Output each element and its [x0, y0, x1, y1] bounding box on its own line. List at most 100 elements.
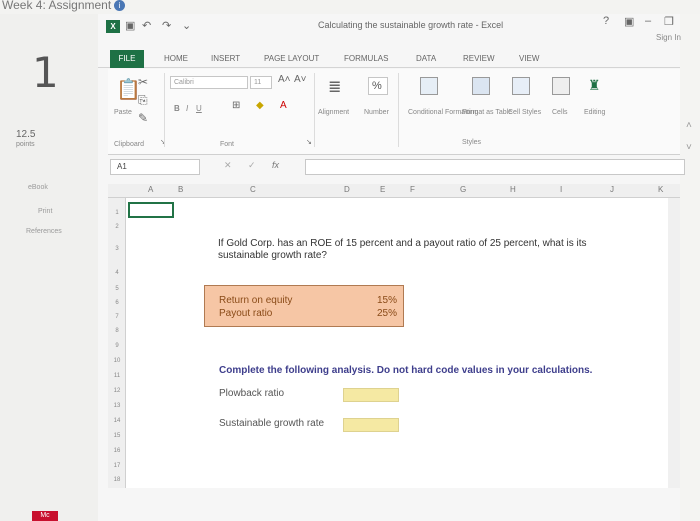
column-header[interactable]: K: [658, 185, 663, 194]
paste-button[interactable]: Paste: [114, 109, 132, 116]
sign-in-link[interactable]: Sign In: [656, 33, 681, 42]
ebook-link[interactable]: eBook: [28, 184, 48, 191]
column-header[interactable]: B: [178, 185, 183, 194]
tab-review[interactable]: REVIEW: [463, 50, 495, 68]
alignment-icon[interactable]: ≣: [328, 77, 341, 97]
enter-check-icon[interactable]: ✓: [248, 160, 256, 171]
sustainable-growth-rate-input[interactable]: [343, 418, 399, 432]
increase-font-icon[interactable]: A˄: [278, 74, 291, 85]
formula-input[interactable]: [305, 159, 685, 175]
row-header[interactable]: 7: [108, 310, 126, 325]
format-as-table-button[interactable]: Format as Table: [462, 109, 512, 116]
row-header[interactable]: 5: [108, 282, 126, 297]
font-size-box[interactable]: 11: [250, 76, 272, 89]
minimize-icon[interactable]: –: [645, 15, 651, 27]
fill-color-icon[interactable]: ◆: [256, 100, 264, 111]
row-header[interactable]: 16: [108, 444, 126, 459]
find-binoculars-icon[interactable]: ♜: [588, 77, 601, 94]
chevron-up-icon[interactable]: ˄: [686, 120, 692, 131]
column-header[interactable]: J: [610, 185, 614, 194]
row-header[interactable]: 9: [108, 339, 126, 354]
right-scroll-panel: [680, 14, 700, 521]
row-header[interactable]: 6: [108, 296, 126, 311]
tab-data[interactable]: DATA: [416, 50, 436, 68]
row-header[interactable]: 4: [108, 266, 126, 281]
cell-styles-button[interactable]: Cell Styles: [508, 109, 541, 116]
format-as-table-icon[interactable]: [472, 77, 490, 95]
italic-button[interactable]: I: [186, 104, 188, 113]
roe-value[interactable]: 15%: [377, 295, 397, 306]
clipboard-group-label: Clipboard: [114, 141, 144, 148]
row-header[interactable]: 15: [108, 429, 126, 444]
restore-icon[interactable]: ❐: [664, 15, 674, 28]
row-header[interactable]: 17: [108, 459, 126, 474]
redo-icon[interactable]: ↷: [162, 19, 171, 32]
row-header[interactable]: 1: [108, 206, 126, 221]
styles-group-label: Styles: [462, 139, 482, 146]
bold-button[interactable]: B: [174, 104, 180, 113]
editing-button[interactable]: Editing: [584, 109, 605, 116]
chevron-down-icon[interactable]: ˅: [686, 142, 692, 153]
undo-icon[interactable]: ↶: [142, 19, 151, 32]
font-name-box[interactable]: Calibri: [170, 76, 248, 89]
column-header[interactable]: I: [560, 185, 562, 194]
cell-styles-icon[interactable]: [512, 77, 530, 95]
vertical-scrollbar[interactable]: [668, 198, 680, 488]
row-headers: 1 2 3 4 5 6 7 8 9 10 11 12 13 14 15 16 1…: [108, 198, 126, 488]
row-header[interactable]: 13: [108, 399, 126, 414]
dialog-launcher-icon[interactable]: ↘: [306, 138, 312, 146]
copy-icon[interactable]: ⎘: [138, 93, 148, 108]
active-cell-a1[interactable]: [128, 202, 174, 218]
help-icon[interactable]: ?: [603, 15, 609, 27]
tab-page-layout[interactable]: PAGE LAYOUT: [264, 50, 319, 68]
number-button[interactable]: Number: [364, 109, 389, 116]
quick-access-more-icon[interactable]: ⌄: [182, 19, 191, 32]
tab-insert[interactable]: INSERT: [211, 50, 240, 68]
ribbon-display-icon[interactable]: ▣: [624, 15, 634, 28]
cut-icon[interactable]: ✂: [138, 75, 148, 89]
row-header[interactable]: 2: [108, 220, 126, 235]
points-label: points: [16, 141, 35, 148]
format-painter-icon[interactable]: ✎: [138, 111, 148, 125]
worksheet-grid[interactable]: If Gold Corp. has an ROE of 15 percent a…: [126, 198, 680, 488]
conditional-formatting-icon[interactable]: [420, 77, 438, 95]
underline-button[interactable]: U: [196, 104, 202, 113]
cancel-icon[interactable]: ✕: [224, 160, 232, 171]
tab-formulas[interactable]: FORMULAS: [344, 50, 388, 68]
payout-ratio-value[interactable]: 25%: [377, 308, 397, 319]
column-header[interactable]: G: [460, 185, 466, 194]
tab-view[interactable]: VIEW: [519, 50, 539, 68]
column-headers: A B C D E F G H I J K: [108, 184, 680, 198]
column-header[interactable]: H: [510, 185, 516, 194]
percent-icon[interactable]: %: [368, 77, 388, 95]
alignment-button[interactable]: Alignment: [318, 109, 349, 116]
cells-button[interactable]: Cells: [552, 109, 568, 116]
cells-icon[interactable]: [552, 77, 570, 95]
tab-home[interactable]: HOME: [164, 50, 188, 68]
borders-icon[interactable]: ⊞: [232, 100, 240, 111]
column-header[interactable]: D: [344, 185, 350, 194]
font-color-icon[interactable]: A: [280, 100, 287, 111]
points-value: 12.5 points: [16, 129, 36, 149]
column-header[interactable]: A: [148, 185, 153, 194]
tab-file[interactable]: FILE: [110, 50, 144, 68]
save-icon[interactable]: ▣: [125, 19, 135, 32]
info-icon[interactable]: i: [114, 0, 126, 12]
row-header[interactable]: 18: [108, 473, 126, 488]
references-link[interactable]: References: [26, 228, 62, 235]
print-link[interactable]: Print: [38, 208, 52, 215]
row-header[interactable]: 11: [108, 369, 126, 384]
column-header[interactable]: F: [410, 185, 415, 194]
column-header[interactable]: C: [250, 185, 256, 194]
plowback-ratio-input[interactable]: [343, 388, 399, 402]
column-header[interactable]: E: [380, 185, 385, 194]
row-header[interactable]: 12: [108, 384, 126, 399]
name-box[interactable]: A1: [110, 159, 200, 175]
row-header[interactable]: 8: [108, 324, 126, 339]
row-header[interactable]: 3: [108, 242, 126, 257]
row-header[interactable]: 14: [108, 414, 126, 429]
decrease-font-icon[interactable]: A˅: [294, 74, 307, 85]
input-data-box: Return on equity 15% Payout ratio 25%: [204, 285, 404, 327]
row-header[interactable]: 10: [108, 354, 126, 369]
insert-function-button[interactable]: fx: [272, 160, 279, 170]
